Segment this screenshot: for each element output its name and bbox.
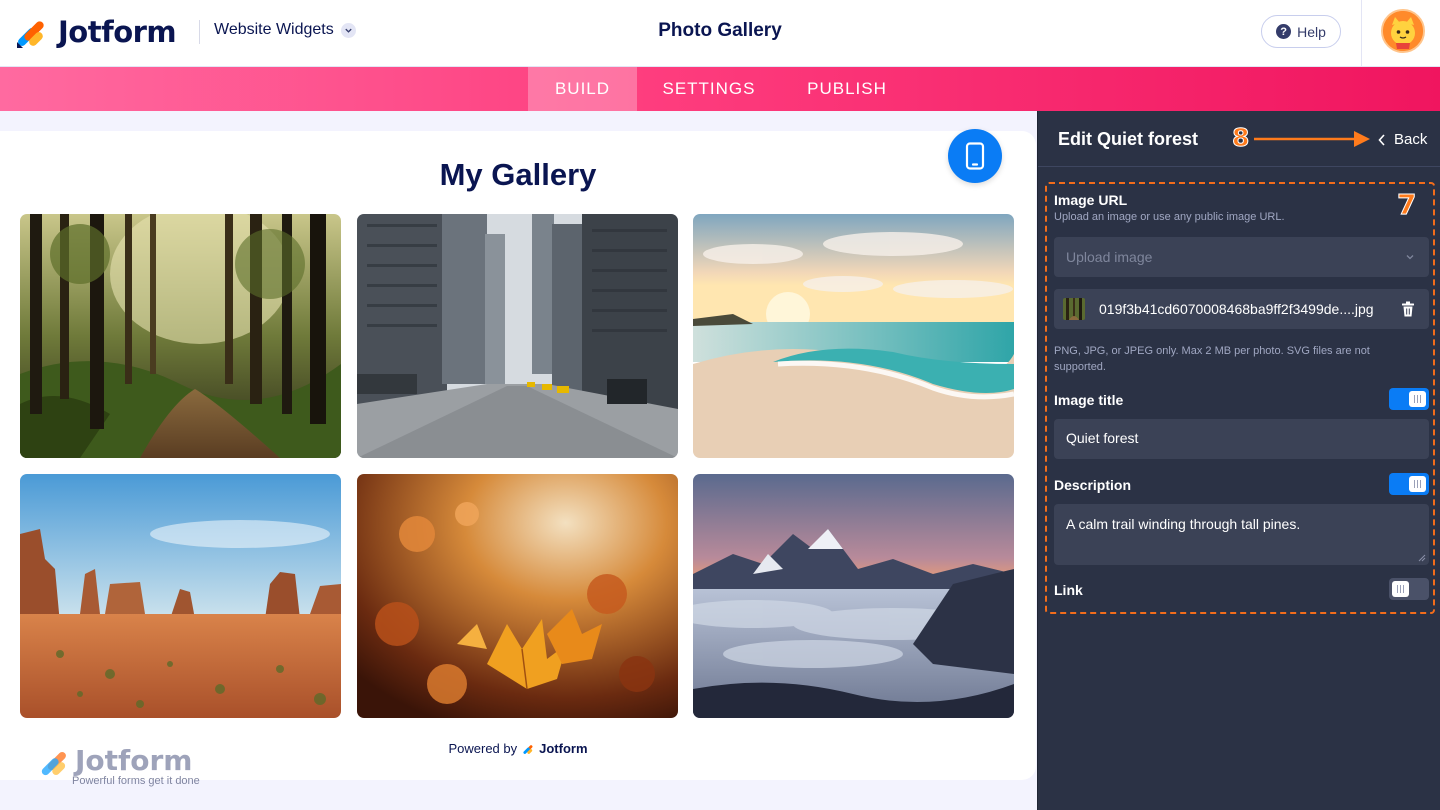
gallery-canvas: My Gallery Powered by Jotform bbox=[0, 129, 1036, 780]
tab-build[interactable]: BUILD bbox=[528, 67, 637, 111]
gallery-title[interactable]: My Gallery bbox=[0, 157, 1036, 193]
help-button[interactable]: ? Help bbox=[1261, 15, 1341, 48]
mountains-image bbox=[693, 474, 1014, 718]
jotform-small-logo-icon bbox=[523, 744, 533, 754]
mobile-preview-button[interactable] bbox=[948, 129, 1002, 183]
image-title-input[interactable]: Quiet forest bbox=[1054, 419, 1429, 459]
jotform-logo[interactable]: Jotform bbox=[14, 12, 177, 52]
avatar-cat-icon bbox=[1383, 11, 1423, 51]
help-label: Help bbox=[1297, 23, 1326, 40]
powered-brand: Jotform bbox=[539, 741, 588, 756]
forest-image bbox=[20, 214, 341, 458]
powered-prefix: Powered by bbox=[448, 741, 518, 756]
toggle-knob bbox=[1409, 391, 1426, 407]
highlight-box: 7 Image URL Upload an image or use any p… bbox=[1045, 182, 1435, 614]
beach-image bbox=[693, 214, 1014, 458]
watermark-logo-icon bbox=[41, 751, 66, 776]
watermark-brand: Jotform bbox=[75, 744, 193, 777]
back-label: Back bbox=[1394, 131, 1428, 148]
description-value: A calm trail winding through tall pines. bbox=[1066, 516, 1301, 532]
photo-city[interactable] bbox=[357, 214, 678, 458]
header-divider bbox=[199, 20, 200, 44]
link-toggle[interactable] bbox=[1389, 578, 1429, 600]
product-switcher[interactable]: Website Widgets bbox=[214, 21, 356, 39]
upload-placeholder: Upload image bbox=[1066, 249, 1153, 265]
description-toggle[interactable] bbox=[1389, 473, 1429, 495]
edit-panel: Edit Quiet forest 8 Back 7 Image URL Upl… bbox=[1037, 111, 1440, 810]
top-header: Jotform Website Widgets Photo Gallery ? … bbox=[0, 0, 1440, 67]
phone-icon bbox=[965, 142, 985, 170]
builder-nav: BUILD SETTINGS PUBLISH bbox=[0, 67, 1440, 111]
callout-number-7: 7 bbox=[1396, 188, 1417, 222]
file-name: 019f3b41cd6070008468ba9ff2f3499de....jpg bbox=[1099, 301, 1374, 317]
leaves-image bbox=[357, 474, 678, 718]
image-title-toggle[interactable] bbox=[1389, 388, 1429, 410]
upload-image-dropdown[interactable]: Upload image bbox=[1054, 237, 1429, 277]
photo-leaves[interactable] bbox=[357, 474, 678, 718]
brand-name: Jotform bbox=[58, 15, 177, 49]
city-image bbox=[357, 214, 678, 458]
file-type-note: PNG, JPG, or JPEG only. Max 2 MB per pho… bbox=[1054, 345, 1370, 373]
uploaded-file-row: 019f3b41cd6070008468ba9ff2f3499de....jpg bbox=[1054, 289, 1429, 329]
product-label: Website Widgets bbox=[214, 21, 334, 38]
avatar[interactable] bbox=[1381, 9, 1425, 53]
resize-handle-icon[interactable] bbox=[1418, 554, 1426, 562]
photo-beach[interactable] bbox=[693, 214, 1014, 458]
toggle-knob bbox=[1392, 581, 1409, 597]
file-thumbnail bbox=[1063, 298, 1085, 320]
panel-header: Edit Quiet forest 8 Back bbox=[1038, 111, 1440, 167]
description-label: Description bbox=[1054, 477, 1132, 493]
callout-number-8: 8 bbox=[1231, 123, 1250, 153]
image-title-label: Image title bbox=[1054, 392, 1124, 408]
toggle-knob bbox=[1409, 476, 1426, 492]
chevron-down-icon bbox=[1406, 255, 1414, 260]
back-button[interactable]: Back bbox=[1378, 131, 1427, 148]
description-textarea[interactable]: A calm trail winding through tall pines. bbox=[1054, 504, 1429, 565]
photo-desert[interactable] bbox=[20, 474, 341, 718]
header-divider-right bbox=[1361, 0, 1362, 66]
tab-publish[interactable]: PUBLISH bbox=[795, 67, 899, 111]
chevron-down-icon bbox=[340, 22, 356, 38]
jotform-watermark: Jotform Powerful forms get it done bbox=[38, 744, 238, 792]
photo-forest[interactable] bbox=[20, 214, 341, 458]
trash-icon[interactable] bbox=[1401, 301, 1415, 317]
desert-image bbox=[20, 474, 341, 718]
chevron-left-icon bbox=[1378, 133, 1385, 146]
image-url-hint: Upload an image or use any public image … bbox=[1054, 211, 1285, 223]
jotform-logo-icon bbox=[17, 21, 44, 48]
image-url-label: Image URL bbox=[1054, 192, 1128, 208]
panel-title: Edit Quiet forest bbox=[1058, 129, 1199, 149]
callout-arrow-icon bbox=[1254, 131, 1370, 147]
photo-mountains[interactable] bbox=[693, 474, 1014, 718]
tab-settings[interactable]: SETTINGS bbox=[650, 67, 768, 111]
link-label: Link bbox=[1054, 582, 1083, 598]
watermark-tagline: Powerful forms get it done bbox=[72, 775, 200, 787]
question-icon: ? bbox=[1276, 24, 1292, 39]
